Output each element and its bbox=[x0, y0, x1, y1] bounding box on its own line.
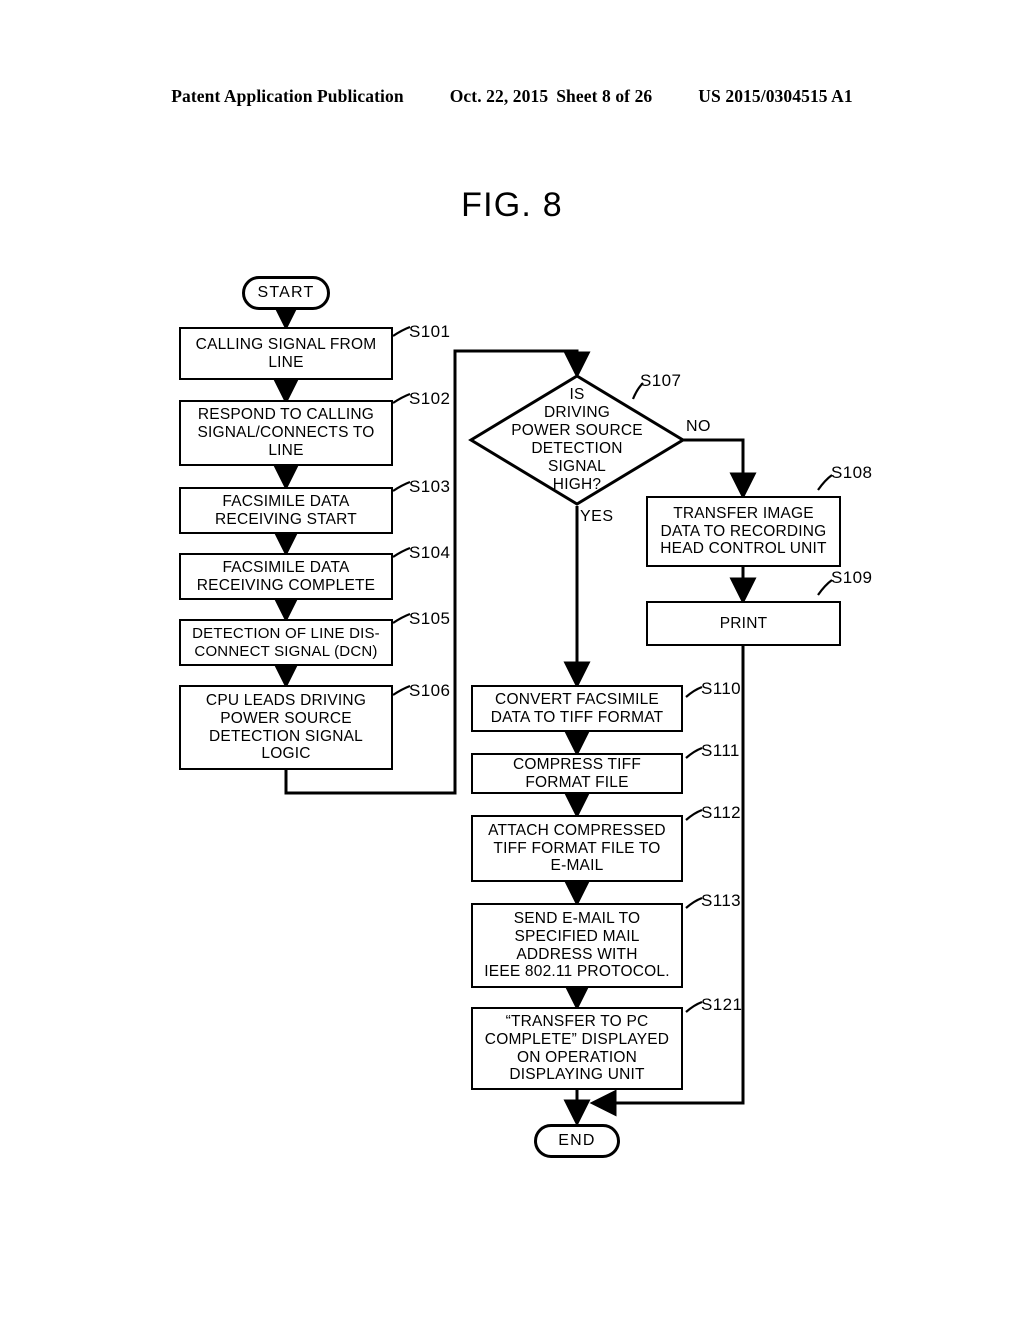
step-number-s107: S107 bbox=[640, 371, 682, 390]
step-box-s103: FACSIMILE DATA RECEIVING START bbox=[179, 487, 393, 534]
step-number-s113: S113 bbox=[701, 891, 742, 910]
flowchart: START CALLING SIGNAL FROM LINE S101 RESP… bbox=[0, 0, 1024, 1320]
step-text-s121: “TRANSFER TO PC COMPLETE” DISPLAYED ON O… bbox=[484, 1012, 670, 1084]
step-text-s108: TRANSFER IMAGE DATA TO RECORDING HEAD CO… bbox=[660, 504, 827, 558]
step-text-s101: CALLING SIGNAL FROM LINE bbox=[195, 335, 377, 371]
start-node: START bbox=[242, 276, 330, 310]
decision-box-s107: IS DRIVING POWER SOURCE DETECTION SIGNAL… bbox=[477, 376, 677, 504]
step-box-s104: FACSIMILE DATA RECEIVING COMPLETE bbox=[179, 553, 393, 600]
step-box-s121: “TRANSFER TO PC COMPLETE” DISPLAYED ON O… bbox=[471, 1007, 683, 1090]
step-box-s102: RESPOND TO CALLING SIGNAL/CONNECTS TO LI… bbox=[179, 400, 393, 466]
step-text-s103: FACSIMILE DATA RECEIVING START bbox=[215, 492, 357, 528]
step-text-s109: PRINT bbox=[719, 614, 768, 632]
step-number-s102: S102 bbox=[409, 389, 451, 408]
end-node-label: END bbox=[558, 1131, 596, 1149]
step-text-s110: CONVERT FACSIMILE DATA TO TIFF FORMAT bbox=[490, 690, 664, 726]
step-number-s108: S108 bbox=[831, 463, 873, 482]
step-box-s110: CONVERT FACSIMILE DATA TO TIFF FORMAT bbox=[471, 685, 683, 732]
step-box-s101: CALLING SIGNAL FROM LINE bbox=[179, 327, 393, 380]
step-text-s106: CPU LEADS DRIVING POWER SOURCE DETECTION… bbox=[205, 691, 367, 763]
step-box-s112: ATTACH COMPRESSED TIFF FORMAT FILE TO E-… bbox=[471, 815, 683, 882]
step-box-s111: COMPRESS TIFF FORMAT FILE bbox=[471, 753, 683, 794]
start-node-label: START bbox=[257, 283, 315, 301]
step-number-s104: S104 bbox=[409, 543, 451, 562]
step-number-s103: S103 bbox=[409, 477, 451, 496]
end-node: END bbox=[534, 1124, 620, 1158]
step-box-s106: CPU LEADS DRIVING POWER SOURCE DETECTION… bbox=[179, 685, 393, 770]
step-box-s109: PRINT bbox=[646, 601, 841, 646]
step-number-s106: S106 bbox=[409, 681, 451, 700]
step-box-s105: DETECTION OF LINE DIS- CONNECT SIGNAL (D… bbox=[179, 619, 393, 666]
step-text-s104: FACSIMILE DATA RECEIVING COMPLETE bbox=[196, 558, 376, 594]
step-number-s109: S109 bbox=[831, 568, 873, 587]
step-number-s101: S101 bbox=[409, 322, 451, 341]
step-text-s111: COMPRESS TIFF FORMAT FILE bbox=[512, 755, 642, 791]
step-text-s105: DETECTION OF LINE DIS- CONNECT SIGNAL (D… bbox=[192, 625, 380, 660]
branch-label-no: NO bbox=[686, 418, 711, 435]
branch-label-yes: YES bbox=[580, 508, 614, 525]
step-text-s113: SEND E-MAIL TO SPECIFIED MAIL ADDRESS WI… bbox=[484, 909, 670, 981]
step-box-s108: TRANSFER IMAGE DATA TO RECORDING HEAD CO… bbox=[646, 496, 841, 567]
step-text-s112: ATTACH COMPRESSED TIFF FORMAT FILE TO E-… bbox=[488, 821, 666, 875]
step-number-s111: S111 bbox=[701, 741, 740, 760]
step-number-s112: S112 bbox=[701, 803, 742, 822]
step-box-s113: SEND E-MAIL TO SPECIFIED MAIL ADDRESS WI… bbox=[471, 903, 683, 988]
decision-text-s107: IS DRIVING POWER SOURCE DETECTION SIGNAL… bbox=[511, 386, 643, 493]
step-text-s102: RESPOND TO CALLING SIGNAL/CONNECTS TO LI… bbox=[197, 406, 375, 459]
step-number-s110: S110 bbox=[701, 679, 742, 698]
step-number-s105: S105 bbox=[409, 609, 451, 628]
step-number-s121: S121 bbox=[701, 995, 743, 1014]
